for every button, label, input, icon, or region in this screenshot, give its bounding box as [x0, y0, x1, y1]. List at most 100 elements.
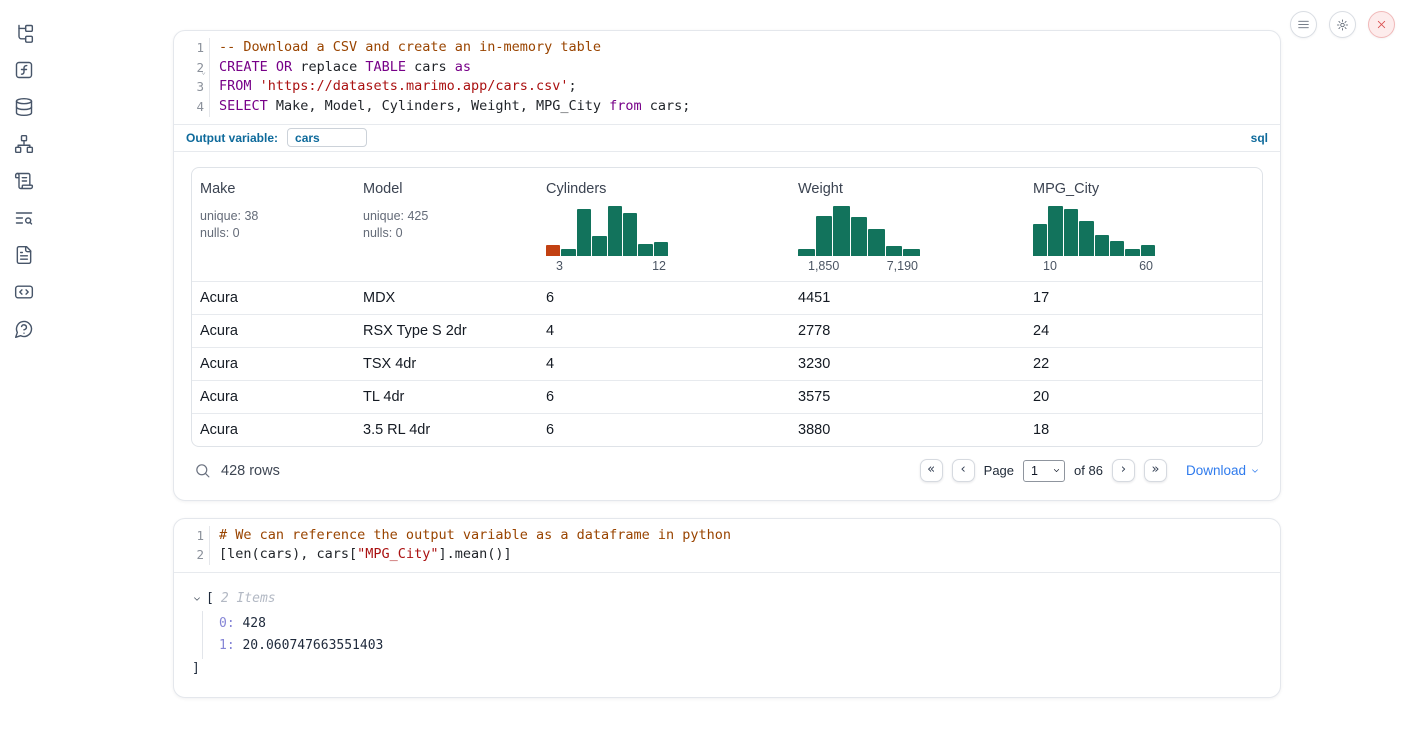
snippets-code-icon[interactable]: [14, 281, 35, 302]
table-cell: 3880: [790, 422, 1025, 438]
column-label: MPG_City: [1033, 181, 1254, 197]
histogram-bar[interactable]: [1033, 224, 1047, 256]
tree-entry: 0: 428: [219, 613, 1264, 635]
code-line: # We can reference the output variable a…: [219, 526, 1280, 546]
table-cell: 20: [1025, 389, 1262, 405]
table-cell: 4: [538, 323, 790, 339]
histogram-bar[interactable]: [577, 209, 591, 256]
tree-entry-value: 428: [235, 616, 266, 631]
histogram-bar[interactable]: [886, 246, 903, 256]
first-page-button[interactable]: «: [920, 459, 943, 482]
python-cell: 12 # We can reference the output variabl…: [173, 518, 1281, 698]
column-label: Cylinders: [546, 181, 782, 197]
histogram-bar[interactable]: [1141, 245, 1155, 256]
settings-button[interactable]: [1329, 11, 1356, 38]
file-tree-icon[interactable]: [14, 22, 35, 43]
table-cell: 3575: [790, 389, 1025, 405]
axis-max: 60: [1139, 259, 1153, 273]
document-icon[interactable]: [14, 244, 35, 265]
row-count: 428 rows: [221, 463, 280, 479]
sql-output: Makeunique: 38nulls: 0Modelunique: 425nu…: [174, 152, 1280, 500]
table-row[interactable]: AcuraTL 4dr6357520: [192, 380, 1262, 413]
histogram-bar[interactable]: [623, 213, 637, 256]
shutdown-button[interactable]: [1368, 11, 1395, 38]
pagination: « ‹ Page 1 of 86 › » Download: [920, 459, 1260, 482]
table-cell: MDX: [355, 290, 538, 306]
python-code[interactable]: # We can reference the output variable a…: [210, 526, 1280, 565]
axis-min: 10: [1043, 259, 1057, 273]
sql-cell: 12⌄34 -- Download a CSV and create an in…: [173, 30, 1281, 501]
search-list-icon[interactable]: [14, 207, 35, 228]
histogram-bar[interactable]: [816, 216, 833, 256]
histogram-bar[interactable]: [1064, 209, 1078, 256]
histogram-bar[interactable]: [608, 206, 622, 256]
sql-editor[interactable]: 12⌄34 -- Download a CSV and create an in…: [174, 31, 1280, 124]
function-variables-icon[interactable]: [14, 59, 35, 80]
logs-scroll-icon[interactable]: [14, 170, 35, 191]
axis-min: 1,850: [808, 259, 839, 273]
table-cell: Acura: [192, 323, 355, 339]
table-cell: 4: [538, 356, 790, 372]
table-row[interactable]: AcuraTSX 4dr4323022: [192, 347, 1262, 380]
sql-code[interactable]: -- Download a CSV and create an in-memor…: [210, 38, 1280, 117]
chevron-down-icon[interactable]: [192, 594, 202, 604]
chevron-down-icon: [1250, 466, 1260, 476]
axis-max: 7,190: [887, 259, 918, 273]
histogram-bar[interactable]: [1125, 249, 1139, 256]
histogram-bar[interactable]: [903, 249, 920, 256]
next-page-button[interactable]: ›: [1112, 459, 1135, 482]
table-cell: 22: [1025, 356, 1262, 372]
histogram-bar[interactable]: [833, 206, 850, 256]
table-cell: 18: [1025, 422, 1262, 438]
histogram-bar[interactable]: [1079, 221, 1093, 256]
line-number: 2: [174, 545, 204, 565]
histogram-bar[interactable]: [851, 217, 868, 256]
line-number: 3: [174, 77, 204, 97]
histogram-bar[interactable]: [592, 236, 606, 256]
close-bracket: ]: [192, 659, 1264, 679]
line-number: 2⌄: [174, 58, 204, 78]
column-label: Weight: [798, 181, 1017, 197]
column-label: Make: [200, 181, 347, 197]
search-icon[interactable]: [194, 462, 211, 479]
table-row[interactable]: Acura3.5 RL 4dr6388018: [192, 413, 1262, 446]
table-body: AcuraMDX6445117AcuraRSX Type S 2dr427782…: [192, 281, 1262, 446]
histogram-bar[interactable]: [798, 249, 815, 256]
histogram-bar[interactable]: [1095, 235, 1109, 256]
column-histogram: 10 60: [1033, 206, 1155, 273]
menu-button[interactable]: [1290, 11, 1317, 38]
column-header: MPG_City 10 60: [1025, 168, 1262, 281]
language-badge[interactable]: sql: [1251, 131, 1268, 145]
previous-page-button[interactable]: ‹: [952, 459, 975, 482]
code-line: FROM 'https://datasets.marimo.app/cars.c…: [219, 77, 1280, 97]
sidebar: [0, 0, 48, 729]
line-numbers: 12: [174, 526, 210, 565]
table-row[interactable]: AcuraMDX6445117: [192, 281, 1262, 314]
table-footer: 428 rows « ‹ Page 1 of 86 › » Download: [191, 456, 1263, 486]
histogram-bar[interactable]: [561, 249, 575, 256]
table-cell: 24: [1025, 323, 1262, 339]
output-variable-input[interactable]: [287, 128, 367, 147]
column-histogram: 312: [546, 206, 668, 273]
python-editor[interactable]: 12 # We can reference the output variabl…: [174, 519, 1280, 572]
page-select[interactable]: 1: [1023, 460, 1065, 482]
last-page-button[interactable]: »: [1144, 459, 1167, 482]
histogram-bar[interactable]: [546, 245, 560, 256]
database-icon[interactable]: [14, 96, 35, 117]
table-cell: Acura: [192, 356, 355, 372]
histogram-bar[interactable]: [868, 229, 885, 256]
histogram-bar[interactable]: [654, 242, 668, 256]
histogram-bar[interactable]: [1048, 206, 1062, 256]
histogram-bar[interactable]: [1110, 241, 1124, 256]
page-total: of 86: [1074, 463, 1103, 478]
histogram-axis: 1,850 7,190: [798, 259, 920, 273]
download-button[interactable]: Download: [1186, 463, 1260, 478]
histogram-bar[interactable]: [638, 244, 652, 256]
help-icon[interactable]: [14, 318, 35, 339]
table-row[interactable]: AcuraRSX Type S 2dr4277824: [192, 314, 1262, 347]
tree-entry-value: 20.060747663551403: [235, 638, 384, 653]
dependency-graph-icon[interactable]: [14, 133, 35, 154]
table-cell: 4451: [790, 290, 1025, 306]
axis-min: 3: [556, 259, 563, 273]
table-cell: TL 4dr: [355, 389, 538, 405]
